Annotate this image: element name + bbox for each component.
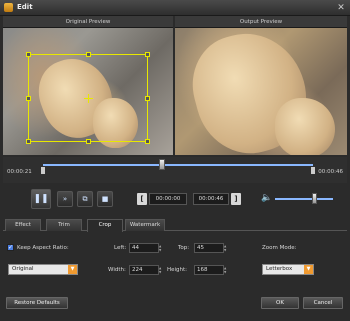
crop-center-crosshair-icon[interactable] [84,94,93,103]
zoom-mode-value: Letterbox [266,266,293,272]
crop-handle-bottom[interactable] [86,139,91,144]
output-image-subject [275,98,335,155]
volume-slider-thumb[interactable] [312,193,317,204]
keep-aspect-label: Keep Aspect Ratio: [17,245,69,251]
set-end-button[interactable]: ] [231,193,241,205]
playback-controls: ❚❚ » ⧉ ■ [ 00:00:00 00:00:46 ] 🔈 [3,185,347,213]
top-spinner-icon[interactable]: ▲ ▼ [224,244,229,252]
chevron-down-icon[interactable]: ▼ [304,265,313,274]
height-input[interactable]: 168 ▲ ▼ [194,265,226,275]
width-input[interactable]: 224 ▲ ▼ [129,265,161,275]
original-preview-pane [3,28,173,155]
timeline: 00:00:21 00:00:46 [3,157,347,183]
height-value: 168 [197,267,208,273]
title-bar: Edit ✕ [0,0,350,16]
crop-handle-top-right[interactable] [145,52,150,57]
original-preview-label: Original Preview [3,16,173,28]
aspect-ratio-value: Original [12,266,34,272]
app-icon [4,3,13,12]
crop-handle-top[interactable] [86,52,91,57]
top-label: Top: [178,245,190,251]
top-value: 45 [197,245,204,251]
left-spinner-icon[interactable]: ▲ ▼ [159,244,164,252]
tab-effect[interactable]: Effect [5,219,41,231]
width-spinner-icon[interactable]: ▲ ▼ [159,266,164,274]
trim-start-marker-icon[interactable] [41,167,45,174]
aspect-ratio-select[interactable]: Original ▼ [8,264,78,275]
set-start-button[interactable]: [ [137,193,147,205]
left-input[interactable]: 44 ▲ ▼ [129,243,161,253]
cancel-button[interactable]: Cancel [303,297,343,309]
volume-slider[interactable] [275,198,333,200]
width-value: 224 [132,267,143,273]
volume-icon[interactable]: 🔈 [261,193,272,203]
height-label: Height: [167,267,188,273]
output-preview-pane [175,28,347,155]
trim-end-marker-icon[interactable] [311,167,315,174]
tab-trim[interactable]: Trim [46,219,82,231]
timeline-track[interactable] [43,164,313,166]
left-value: 44 [132,245,139,251]
height-spinner-icon[interactable]: ▲ ▼ [224,266,229,274]
width-label: Width: [108,267,126,273]
timeline-start-time: 00:00:21 [7,169,32,175]
crop-panel: ✓ Keep Aspect Ratio: Left: 44 ▲ ▼ Top: 45… [3,231,347,289]
tab-watermark[interactable]: Watermark [125,219,165,231]
timeline-end-time: 00:00:46 [318,169,343,175]
zoom-mode-label: Zoom Mode: [262,245,297,251]
restore-defaults-button[interactable]: Restore Defaults [6,297,68,309]
end-time-field[interactable]: 00:00:46 [193,193,229,205]
start-time-field[interactable]: 00:00:00 [149,193,187,205]
left-label: Left: [114,245,127,251]
crop-handle-left[interactable] [26,96,31,101]
keep-aspect-checkbox[interactable]: ✓ [7,244,14,251]
chevron-down-icon[interactable]: ▼ [68,265,77,274]
stop-button[interactable]: ■ [97,191,113,207]
ok-button[interactable]: OK [261,297,299,309]
edit-tabs: Effect Trim Crop Watermark [3,219,347,232]
crop-handle-top-left[interactable] [26,52,31,57]
crop-handle-bottom-left[interactable] [26,139,31,144]
output-preview-label: Output Preview [175,16,347,28]
frame-step-button[interactable]: ⧉ [77,191,93,207]
crop-handle-bottom-right[interactable] [145,139,150,144]
fast-forward-button[interactable]: » [57,191,73,207]
crop-frame[interactable] [26,52,150,144]
top-input[interactable]: 45 ▲ ▼ [194,243,226,253]
timeline-scrubber[interactable] [159,159,165,170]
close-button[interactable]: ✕ [336,3,346,13]
play-pause-button[interactable]: ❚❚ [31,189,51,209]
zoom-mode-select[interactable]: Letterbox ▼ [262,264,314,275]
crop-handle-right[interactable] [145,96,150,101]
window-title: Edit [17,3,33,11]
